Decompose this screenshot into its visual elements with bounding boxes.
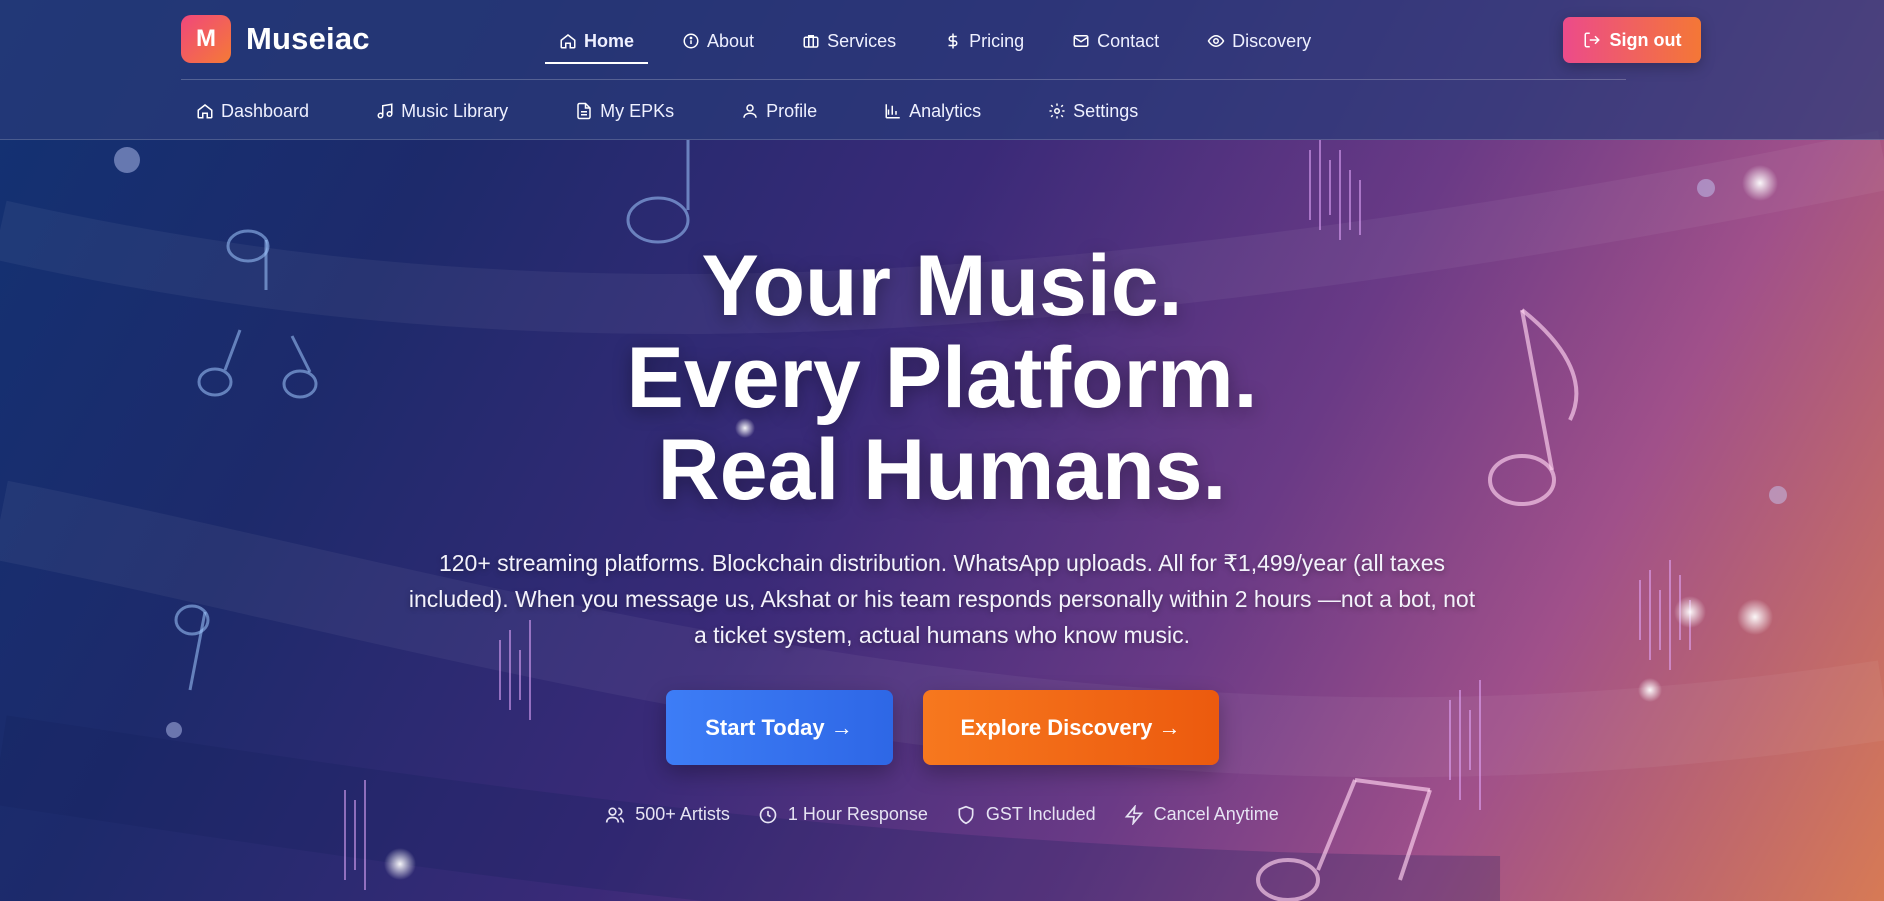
shield-icon [958,805,974,824]
nav-label: Contact [1097,30,1160,51]
badge-label: 1 Hour Response [787,804,928,824]
explore-discovery-button[interactable]: Explore Discovery → [922,690,1219,765]
badge-label: 500+ Artists [635,804,730,824]
start-today-button[interactable]: Start Today → [665,690,893,765]
nav-label: Pricing [969,30,1025,51]
subnav-label: Dashboard [221,100,310,121]
badge-label: Cancel Anytime [1153,804,1279,824]
header-divider [181,79,1626,80]
subnav-analytics[interactable]: Analytics [869,93,996,129]
logout-icon [1583,31,1601,49]
document-icon [575,102,593,120]
subnav-dashboard[interactable]: Dashboard [181,93,324,129]
info-icon [682,32,700,50]
briefcase-icon [802,32,820,50]
subnav-label: Settings [1073,100,1139,121]
nav-home[interactable]: Home [545,20,649,64]
home-icon [196,102,214,120]
user-icon [741,102,759,120]
gear-icon [1048,102,1066,120]
badge-cancel: Cancel Anytime [1124,804,1279,825]
hero-title-line: Every Platform. [626,330,1258,426]
music-note-icon [376,102,394,120]
hero-cta-row: Start Today → Explore Discovery → [0,690,1884,765]
brand-logo[interactable]: M [181,15,231,63]
subnav-label: Profile [766,100,818,121]
eye-icon [1207,32,1225,50]
brand-name[interactable]: Museiac [246,21,370,57]
sign-out-label: Sign out [1609,29,1682,50]
hero-title: Your Music. Every Platform. Real Humans. [0,240,1884,516]
nav-label: About [707,30,755,51]
nav-pricing[interactable]: Pricing [930,20,1038,62]
subnav-music-library[interactable]: Music Library [361,93,523,129]
hero-title-line: Your Music. [701,238,1183,334]
badge-gst: GST Included [956,804,1096,825]
nav-about[interactable]: About [668,20,768,62]
nav-contact[interactable]: Contact [1058,20,1173,62]
site-header: M Museiac Home About Services Pricing Co… [0,0,1884,140]
hero-section: Your Music. Every Platform. Real Humans.… [0,140,1884,901]
primary-nav: Home About Services Pricing Contact Disc… [545,20,1345,64]
badge-artists: 500+ Artists [605,804,730,825]
subnav-settings[interactable]: Settings [1033,93,1153,129]
users-icon [606,807,625,823]
subnav-label: My EPKs [600,100,675,121]
mail-icon [1072,32,1090,50]
sign-out-button[interactable]: Sign out [1563,17,1701,63]
badge-label: GST Included [985,804,1096,824]
subnav-label: Analytics [909,100,982,121]
subnav-my-epks[interactable]: My EPKs [560,93,689,129]
nav-label: Discovery [1232,30,1312,51]
subnav-profile[interactable]: Profile [726,93,832,129]
home-icon [559,32,577,50]
badge-response: 1 Hour Response [758,804,928,825]
secondary-nav: Dashboard Music Library My EPKs Profile … [181,93,1190,129]
clock-icon [759,806,777,823]
subnav-label: Music Library [401,100,509,121]
nav-discovery[interactable]: Discovery [1193,20,1325,62]
dollar-icon [944,32,962,50]
brand[interactable]: M Museiac [181,15,370,63]
trust-badges: 500+ Artists 1 Hour Response GST Include… [0,804,1884,825]
hero-title-line: Real Humans. [657,422,1227,518]
nav-label: Home [584,30,635,51]
nav-label: Services [827,30,897,51]
hero-description: 120+ streaming platforms. Blockchain dis… [408,550,1476,648]
bar-chart-icon [884,102,902,120]
lightning-icon [1124,804,1143,825]
nav-services[interactable]: Services [788,20,910,62]
